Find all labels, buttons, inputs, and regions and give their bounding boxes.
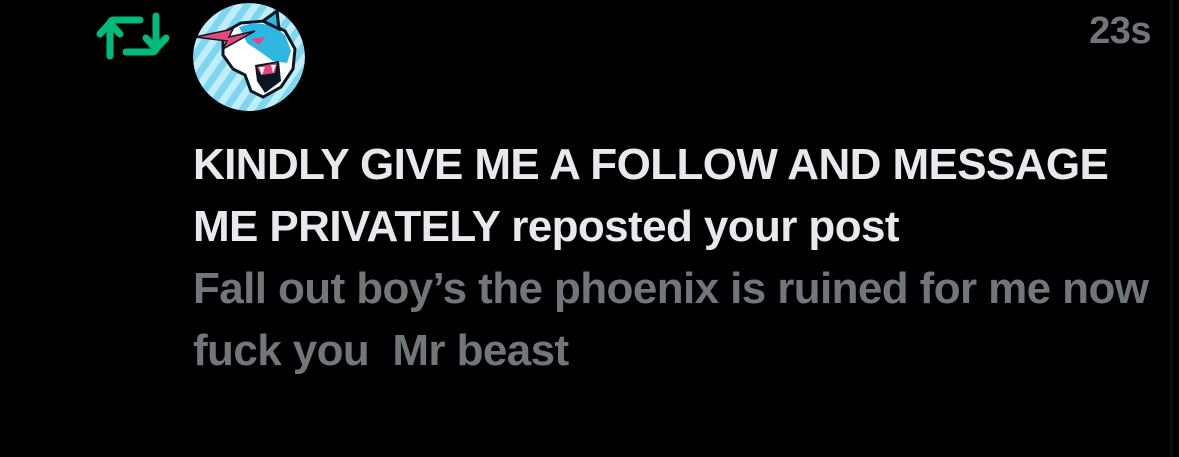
avatar[interactable] bbox=[193, 3, 305, 111]
post-snippet[interactable]: Fall out boy’s the phoenix is ruined for… bbox=[193, 258, 1153, 382]
action-text: reposted your post bbox=[499, 202, 899, 251]
notification-headline: KINDLY GIVE ME A FOLLOW AND MESSAGE ME P… bbox=[193, 134, 1153, 258]
mrbeast-panther-logo-icon bbox=[193, 3, 305, 111]
scrollbar-track bbox=[1170, 0, 1173, 457]
repost-icon bbox=[96, 10, 170, 62]
repost-notification[interactable]: 23s KINDLY GIVE ME A FOLLOW AND MESSAGE … bbox=[0, 0, 1179, 457]
notification-content: KINDLY GIVE ME A FOLLOW AND MESSAGE ME P… bbox=[193, 134, 1153, 382]
timestamp: 23s bbox=[1089, 10, 1151, 52]
